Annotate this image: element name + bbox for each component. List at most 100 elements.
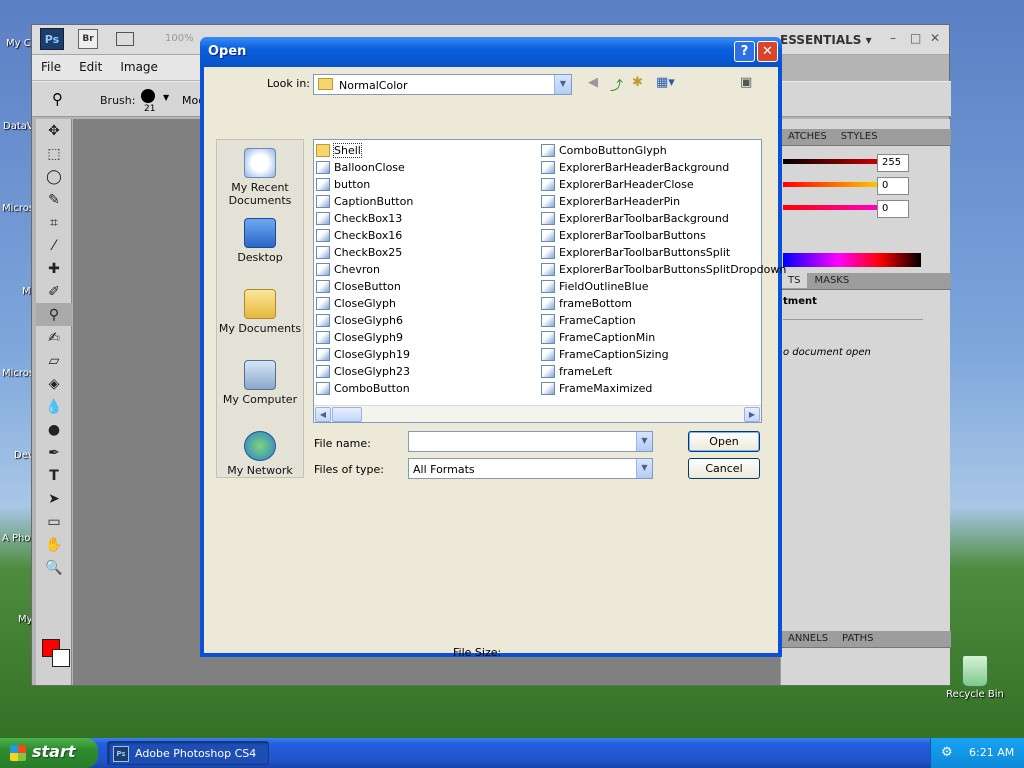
close-icon[interactable]: ✕ <box>757 41 778 62</box>
zoom-tool-icon[interactable]: 🔍 <box>36 556 72 579</box>
file-list-item[interactable]: CheckBox13 <box>316 210 402 227</box>
open-button[interactable]: Open <box>688 431 760 452</box>
file-list-item[interactable]: CloseGlyph6 <box>316 312 403 329</box>
history-brush-tool-icon[interactable]: ✍ <box>36 326 72 349</box>
scroll-left-icon[interactable]: ◀ <box>315 407 331 422</box>
desktop-label-datav[interactable]: DataV <box>3 121 34 132</box>
look-in-dropdown[interactable]: NormalColor ▼ <box>313 74 572 95</box>
move-tool-icon[interactable]: ✥ <box>36 119 72 142</box>
tab-channels[interactable]: ANNELS <box>781 631 835 646</box>
scroll-right-icon[interactable]: ▶ <box>744 407 760 422</box>
file-list-item[interactable]: CheckBox16 <box>316 227 402 244</box>
place-my-recent-documents[interactable]: My Recent Documents <box>217 148 303 207</box>
desktop-label-my-computer[interactable]: My C <box>6 38 31 49</box>
color-spectrum[interactable] <box>783 253 921 267</box>
crop-tool-icon[interactable]: ⌗ <box>36 211 72 234</box>
file-list-item[interactable]: ExplorerBarToolbarButtons <box>541 227 706 244</box>
recycle-bin[interactable]: Recycle Bin <box>944 655 1006 700</box>
eyedropper-tool-icon[interactable]: ⁄ <box>36 234 72 257</box>
stamp-tool-preset-icon[interactable]: ⚲ <box>52 90 63 108</box>
green-value-field[interactable]: 0 <box>877 177 909 195</box>
horizontal-scrollbar[interactable]: ◀ ▶ <box>314 405 761 422</box>
place-my-documents[interactable]: My Documents <box>217 289 303 335</box>
tab-swatches[interactable]: ATCHES <box>781 129 834 144</box>
clone-stamp-tool-icon[interactable]: ⚲ <box>36 303 72 326</box>
workspace-switcher[interactable]: ESSENTIALS ▾ <box>780 33 872 47</box>
menu-edit[interactable]: Edit <box>70 55 111 74</box>
desktop-label-m[interactable]: M <box>22 286 31 297</box>
place-my-network[interactable]: My Network <box>217 431 303 477</box>
file-list-item[interactable]: ExplorerBarToolbarButtonsSplitDropdown <box>541 261 786 278</box>
shape-tool-icon[interactable]: ▭ <box>36 510 72 533</box>
minimize-icon[interactable]: – <box>890 31 896 45</box>
hand-tool-icon[interactable]: ✋ <box>36 533 72 556</box>
new-folder-icon[interactable]: ✱ <box>632 75 643 90</box>
file-name-field[interactable] <box>408 431 653 452</box>
file-list-item[interactable]: FrameMaximized <box>541 380 652 397</box>
files-of-type-dropdown-icon[interactable]: ▼ <box>636 459 652 478</box>
file-list-item[interactable]: FieldOutlineBlue <box>541 278 649 295</box>
views-menu-icon[interactable]: ▦▾ <box>656 75 675 90</box>
tab-styles[interactable]: STYLES <box>834 129 885 144</box>
bridge-button[interactable]: Br <box>78 29 98 49</box>
blue-value-field[interactable]: 0 <box>877 200 909 218</box>
file-list-item[interactable]: CloseGlyph9 <box>316 329 403 346</box>
brush-tool-icon[interactable]: ✐ <box>36 280 72 303</box>
scroll-thumb[interactable] <box>332 407 362 422</box>
background-color-swatch[interactable] <box>52 649 70 667</box>
file-list-item[interactable]: CaptionButton <box>316 193 413 210</box>
tab-masks[interactable]: MASKS <box>807 273 856 288</box>
file-list-item[interactable]: Shell <box>316 142 362 159</box>
file-list-item[interactable]: CloseButton <box>316 278 401 295</box>
up-folder-icon[interactable]: ⤴ <box>610 75 623 94</box>
preview-icon[interactable]: ▣ <box>740 75 752 90</box>
file-list-item[interactable]: ExplorerBarHeaderPin <box>541 193 680 210</box>
back-icon[interactable]: ◀ <box>588 75 598 90</box>
blur-tool-icon[interactable]: 💧 <box>36 395 72 418</box>
path-selection-tool-icon[interactable]: ➤ <box>36 487 72 510</box>
file-list-item[interactable]: frameBottom <box>541 295 632 312</box>
file-list-item[interactable]: CheckBox25 <box>316 244 402 261</box>
dodge-tool-icon[interactable]: ● <box>36 418 72 441</box>
taskbar-item-photoshop[interactable]: Ps Adobe Photoshop CS4 <box>107 741 269 765</box>
file-list-item[interactable]: CloseGlyph19 <box>316 346 410 363</box>
file-list-item[interactable]: ExplorerBarToolbarBackground <box>541 210 729 227</box>
quick-select-tool-icon[interactable]: ✎ <box>36 188 72 211</box>
file-list-item[interactable]: ComboButtonGlyph <box>541 142 667 159</box>
clock[interactable]: 6:21 AM <box>969 746 1014 759</box>
file-list-item[interactable]: ExplorerBarHeaderClose <box>541 176 694 193</box>
tab-paths[interactable]: PATHS <box>835 631 880 646</box>
lasso-tool-icon[interactable]: ◯ <box>36 165 72 188</box>
chevron-down-icon[interactable]: ▼ <box>554 75 571 94</box>
healing-brush-tool-icon[interactable]: ✚ <box>36 257 72 280</box>
file-list-item[interactable]: FrameCaptionSizing <box>541 346 669 363</box>
file-list-item[interactable]: CloseGlyph23 <box>316 363 410 380</box>
file-list-item[interactable]: Chevron <box>316 261 380 278</box>
type-tool-icon[interactable]: T <box>36 464 72 487</box>
file-list-item[interactable]: BalloonClose <box>316 159 405 176</box>
zoom-level[interactable]: 100% <box>165 33 194 44</box>
file-list-item[interactable]: ComboButton <box>316 380 410 397</box>
close-icon[interactable]: ✕ <box>930 31 940 45</box>
help-icon[interactable]: ? <box>734 41 755 62</box>
brush-preview-icon[interactable] <box>141 89 155 103</box>
file-name-dropdown-icon[interactable]: ▼ <box>636 432 652 451</box>
cancel-button[interactable]: Cancel <box>688 458 760 479</box>
eraser-tool-icon[interactable]: ▱ <box>36 349 72 372</box>
brush-dropdown-icon[interactable]: ▼ <box>163 93 169 102</box>
place-desktop[interactable]: Desktop <box>217 218 303 264</box>
file-list-item[interactable]: button <box>316 176 370 193</box>
start-button[interactable]: start <box>0 738 98 768</box>
file-list[interactable]: Shell BalloonClose button CaptionButton Chec… <box>313 139 786 423</box>
tray-icon[interactable]: ⚙ <box>941 745 953 760</box>
red-value-field[interactable]: 255 <box>877 154 909 172</box>
maximize-icon[interactable]: □ <box>910 31 921 45</box>
view-extras-icon[interactable] <box>116 32 134 46</box>
marquee-tool-icon[interactable]: ⬚ <box>36 142 72 165</box>
file-list-item[interactable]: frameLeft <box>541 363 612 380</box>
files-of-type-select[interactable]: All Formats <box>408 458 653 479</box>
pen-tool-icon[interactable]: ✒ <box>36 441 72 464</box>
menu-image[interactable]: Image <box>111 55 167 74</box>
file-list-item[interactable]: ExplorerBarHeaderBackground <box>541 159 729 176</box>
place-my-computer[interactable]: My Computer <box>217 360 303 406</box>
